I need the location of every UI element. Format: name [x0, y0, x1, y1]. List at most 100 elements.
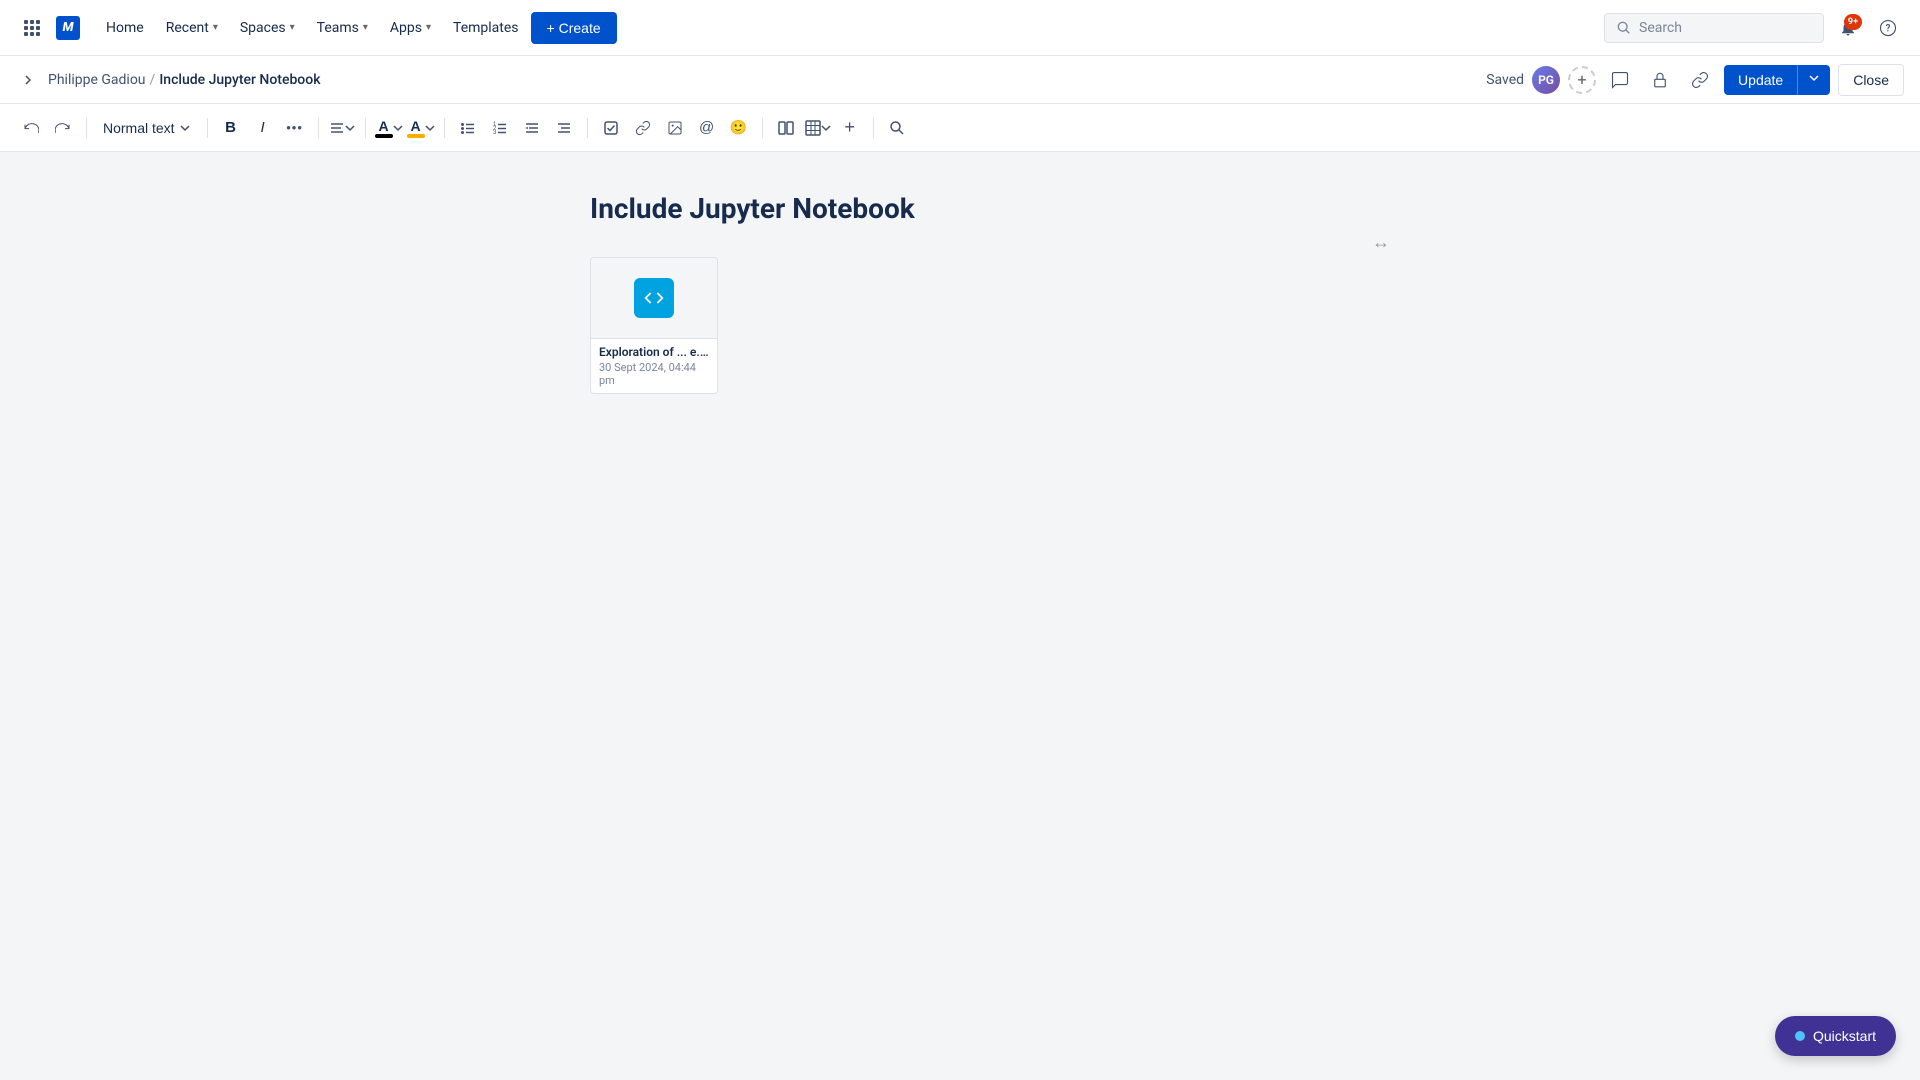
help-button[interactable]: ? — [1872, 12, 1904, 44]
nav-recent[interactable]: Recent ▾ — [156, 14, 228, 42]
comment-icon — [1611, 71, 1629, 89]
update-button[interactable]: Update — [1724, 65, 1797, 95]
text-style-dropdown[interactable]: Normal text — [95, 116, 199, 140]
bullet-list-icon — [460, 120, 476, 136]
notebook-info: Exploration of ... e.ipynb 30 Sept 2024,… — [591, 338, 717, 393]
notebook-filename: Exploration of ... e.ipynb — [599, 345, 709, 359]
chevron-down-icon — [425, 123, 435, 133]
quickstart-dot-icon — [1795, 1031, 1805, 1041]
align-button[interactable] — [327, 113, 357, 143]
chevron-down-icon: ▾ — [363, 22, 368, 33]
table-button[interactable] — [803, 113, 833, 143]
editor-toolbar: Normal text B I ••• A — [0, 104, 1920, 152]
code-icon — [644, 288, 664, 308]
emoji-button[interactable]: 🙂 — [724, 113, 754, 143]
outdent-button[interactable] — [517, 113, 547, 143]
chevron-right-icon — [20, 72, 36, 88]
top-navigation: M Home Recent ▾ Spaces ▾ Teams ▾ Apps ▾ … — [0, 0, 1920, 56]
mention-button[interactable]: @ — [692, 113, 722, 143]
chevron-down-icon — [1808, 72, 1820, 84]
text-color-button[interactable]: A — [374, 113, 404, 143]
notebook-preview — [591, 258, 717, 338]
undo-icon — [23, 120, 39, 136]
toolbar-separator — [444, 118, 445, 138]
share-link-button[interactable] — [1684, 64, 1716, 96]
svg-text:3: 3 — [493, 130, 497, 136]
chevron-down-icon — [345, 123, 355, 133]
page-title[interactable]: Include Jupyter Notebook — [590, 192, 1330, 225]
nav-items: Home Recent ▾ Spaces ▾ Teams ▾ Apps ▾ Te… — [96, 12, 1600, 44]
outdent-icon — [524, 120, 540, 136]
link-button[interactable] — [628, 113, 658, 143]
redo-button[interactable] — [48, 113, 78, 143]
image-button[interactable] — [660, 113, 690, 143]
find-button[interactable] — [882, 113, 912, 143]
redo-icon — [55, 120, 71, 136]
insert-button[interactable]: + — [835, 113, 865, 143]
avatar[interactable]: PG — [1532, 66, 1560, 94]
chevron-down-icon — [179, 122, 191, 134]
sidebar-toggle[interactable] — [16, 68, 40, 92]
close-button[interactable]: Close — [1838, 64, 1904, 96]
nav-apps[interactable]: Apps ▾ — [380, 14, 441, 42]
update-dropdown-button[interactable] — [1797, 65, 1830, 95]
more-formatting-button[interactable]: ••• — [280, 113, 310, 143]
chevron-down-icon — [393, 123, 403, 133]
nav-home[interactable]: Home — [96, 14, 154, 42]
notification-badge: 9+ — [1844, 14, 1862, 30]
image-icon — [667, 120, 683, 136]
quickstart-button[interactable]: Quickstart — [1775, 1016, 1896, 1056]
toolbar-separator — [318, 118, 319, 138]
highlight-color-indicator: A — [407, 118, 425, 138]
columns-button[interactable] — [771, 113, 801, 143]
nav-templates[interactable]: Templates — [443, 14, 529, 42]
bold-button[interactable]: B — [216, 113, 246, 143]
breadcrumb-parent-link[interactable]: Philippe Gadiou — [48, 72, 146, 88]
search-icon — [1617, 21, 1631, 35]
notifications-button[interactable]: 9+ — [1832, 12, 1864, 44]
saved-status: Saved — [1486, 72, 1524, 88]
text-color-indicator: A — [375, 118, 393, 138]
chevron-down-icon — [821, 123, 831, 133]
logo-icon: M — [56, 16, 80, 40]
nav-spaces[interactable]: Spaces ▾ — [230, 14, 305, 42]
checkbox-button[interactable] — [596, 113, 626, 143]
search-icon — [889, 120, 905, 136]
page-container: ↔ Include Jupyter Notebook Exploration o… — [510, 152, 1410, 438]
table-icon — [805, 120, 821, 136]
jupyter-icon — [634, 278, 674, 318]
color-bar — [375, 134, 393, 138]
breadcrumb-bar: Philippe Gadiou / Include Jupyter Notebo… — [0, 56, 1920, 104]
highlight-color-button[interactable]: A — [406, 113, 436, 143]
add-collaborator-button[interactable]: + — [1568, 66, 1596, 94]
breadcrumb-actions: Saved PG + Update — [1486, 64, 1904, 96]
undo-button[interactable] — [16, 113, 46, 143]
nav-teams[interactable]: Teams ▾ — [307, 14, 378, 42]
svg-text:?: ? — [1886, 23, 1891, 34]
toolbar-separator — [587, 118, 588, 138]
notebook-card[interactable]: Exploration of ... e.ipynb 30 Sept 2024,… — [590, 257, 718, 394]
bullet-list-button[interactable] — [453, 113, 483, 143]
comment-button[interactable] — [1604, 64, 1636, 96]
columns-icon — [778, 120, 794, 136]
breadcrumb: Philippe Gadiou / Include Jupyter Notebo… — [48, 72, 1478, 88]
grid-menu-icon[interactable] — [16, 12, 48, 44]
update-button-group: Update — [1724, 65, 1830, 95]
toolbar-separator — [86, 118, 87, 138]
avatar-image: PG — [1532, 66, 1560, 94]
app-logo[interactable]: M — [52, 12, 84, 44]
search-input[interactable]: Search — [1604, 13, 1824, 43]
chevron-down-icon: ▾ — [213, 22, 218, 33]
highlight-bar — [407, 134, 425, 138]
restrict-button[interactable] — [1644, 64, 1676, 96]
italic-button[interactable]: I — [248, 113, 278, 143]
toolbar-separator — [365, 118, 366, 138]
create-button[interactable]: + Create — [531, 12, 617, 44]
help-icon: ? — [1879, 19, 1897, 37]
chevron-down-icon: ▾ — [290, 22, 295, 33]
numbered-list-button[interactable]: 1 2 3 — [485, 113, 515, 143]
indent-button[interactable] — [549, 113, 579, 143]
align-icon — [329, 120, 345, 136]
resize-handle[interactable]: ↔ — [1372, 232, 1390, 253]
breadcrumb-separator: / — [150, 72, 156, 88]
